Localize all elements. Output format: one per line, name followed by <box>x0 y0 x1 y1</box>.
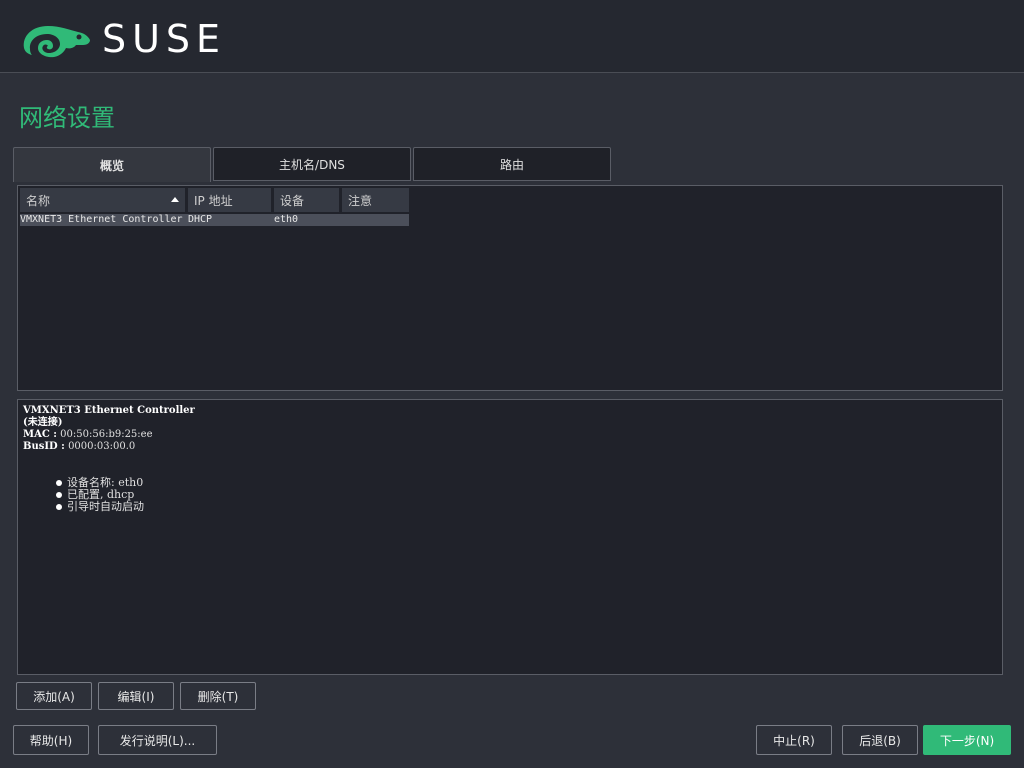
list-item: 引导时自动启动 <box>53 501 195 513</box>
header-bar: SUSE <box>0 0 1024 73</box>
column-header-note[interactable]: 注意 <box>342 188 409 212</box>
cell-name: VMXNET3 Ethernet Controller <box>20 214 183 225</box>
busid-value: 0000:03:00.0 <box>68 441 136 452</box>
device-details-panel: VMXNET3 Ethernet Controller (未连接) MAC : … <box>17 399 1003 675</box>
column-label: 设备 <box>280 193 305 208</box>
brand-name: SUSE <box>102 17 227 61</box>
column-header-name[interactable]: 名称 <box>20 188 188 212</box>
details-title: VMXNET3 Ethernet Controller <box>23 405 195 416</box>
device-table: 名称 IP 地址 设备 注意 VMXNET3 Ethernet Controll… <box>17 185 1003 391</box>
cell-ip: DHCP <box>188 214 213 225</box>
back-button[interactable]: 后退(B) <box>842 725 918 755</box>
details-list: 设备名称: eth0 已配置, dhcp 引导时自动启动 <box>53 477 195 513</box>
table-header: 名称 IP 地址 设备 注意 <box>20 188 409 212</box>
next-button[interactable]: 下一步(N) <box>923 725 1011 755</box>
busid-label: BusID : <box>23 441 65 452</box>
tab-hostname-dns[interactable]: 主机名/DNS <box>213 147 411 181</box>
column-label: 名称 <box>26 193 51 208</box>
mac-value: 00:50:56:b9:25:ee <box>60 429 153 440</box>
column-label: IP 地址 <box>194 193 233 208</box>
help-button[interactable]: 帮助(H) <box>13 725 89 755</box>
column-header-ip[interactable]: IP 地址 <box>188 188 274 212</box>
mac-label: MAC : <box>23 429 57 440</box>
sort-ascending-icon <box>171 197 179 202</box>
chameleon-icon <box>23 26 90 58</box>
details-status: (未连接) <box>23 417 63 428</box>
mac-line: MAC : 00:50:56:b9:25:ee <box>23 429 195 441</box>
page-title: 网络设置 <box>19 104 115 132</box>
cell-device: eth0 <box>274 214 299 225</box>
release-notes-button[interactable]: 发行说明(L)... <box>98 725 217 755</box>
details-content: VMXNET3 Ethernet Controller (未连接) MAC : … <box>23 405 195 513</box>
tab-bar: 概览 主机名/DNS 路由 <box>13 147 613 182</box>
edit-button[interactable]: 编辑(I) <box>98 682 174 710</box>
column-label: 注意 <box>348 193 373 208</box>
busid-line: BusID : 0000:03:00.0 <box>23 441 195 453</box>
tab-overview[interactable]: 概览 <box>13 147 211 182</box>
tab-routing[interactable]: 路由 <box>413 147 611 181</box>
delete-button[interactable]: 删除(T) <box>180 682 256 710</box>
abort-button[interactable]: 中止(R) <box>756 725 832 755</box>
add-button[interactable]: 添加(A) <box>16 682 92 710</box>
column-header-device[interactable]: 设备 <box>274 188 342 212</box>
suse-logo: SUSE <box>20 18 226 60</box>
cell-note <box>342 214 409 226</box>
table-row[interactable]: VMXNET3 Ethernet Controller DHCP eth0 <box>20 214 409 226</box>
